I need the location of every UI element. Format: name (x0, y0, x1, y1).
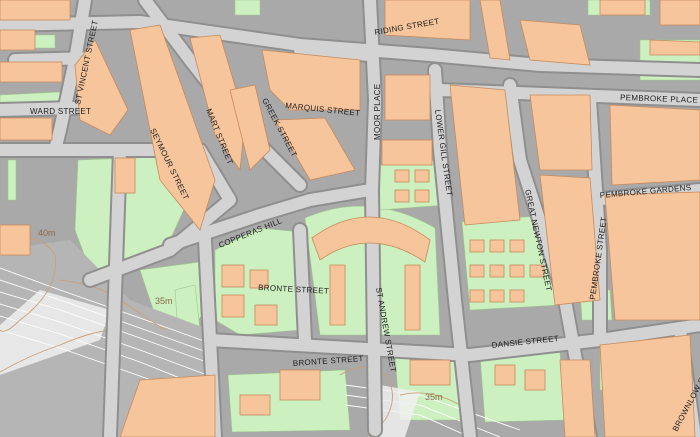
height-label: 35m (155, 296, 173, 306)
height-label: 40m (38, 228, 56, 238)
map-canvas: 40m 35m 35m RIDING STREET ST VINCENT STR… (0, 0, 700, 437)
street-label-ward: WARD STREET (30, 107, 91, 116)
street-label-moor-place: MOOR PLACE (373, 84, 382, 140)
street-label-bronte-lower: BRONTE STREET (293, 354, 364, 368)
height-label: 35m (425, 392, 443, 402)
map-viewport[interactable]: 40m 35m 35m RIDING STREET ST VINCENT STR… (0, 0, 700, 437)
